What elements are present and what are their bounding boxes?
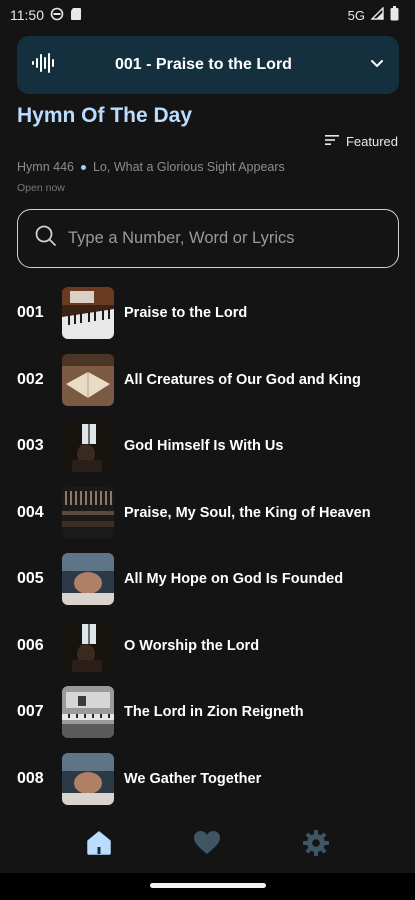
hymn-number: 007 [17, 703, 44, 721]
hymn-thumbnail [62, 353, 114, 406]
hymn-title: We Gather Together [124, 770, 262, 787]
featured-filter-button[interactable]: Featured [324, 133, 398, 150]
hymn-of-the-day-heading: Hymn Of The Day [17, 104, 193, 127]
hymn-number: 005 [17, 570, 44, 588]
signal-icon [370, 6, 384, 23]
bottom-nav [0, 818, 415, 873]
hymn-number: 006 [17, 636, 44, 654]
audio-wave-icon [31, 52, 57, 79]
status-bar: 11:50 5G [0, 0, 415, 30]
chevron-down-icon[interactable] [369, 55, 385, 76]
battery-icon [390, 6, 399, 24]
network-label: 5G [347, 7, 365, 23]
hymn-title: Praise to the Lord [124, 305, 248, 322]
heart-icon [193, 830, 221, 861]
home-indicator[interactable] [150, 883, 266, 888]
hymn-thumbnail [62, 420, 114, 473]
search-box[interactable] [17, 209, 399, 268]
hymn-title: God Himself Is With Us [124, 438, 284, 455]
featured-label: Featured [345, 134, 398, 149]
status-time: 11:50 [10, 7, 44, 23]
hymn-thumbnail [62, 486, 114, 539]
hymn-thumbnail [62, 553, 114, 606]
hymn-number: 004 [17, 503, 44, 521]
now-playing-title: 001 - Praise to the Lord [115, 56, 292, 73]
search-input[interactable] [68, 229, 388, 248]
nav-favorites[interactable] [177, 830, 237, 861]
hymn-row[interactable]: 003 God Himself Is With Us [0, 413, 415, 480]
hymn-thumbnail [62, 287, 114, 340]
sd-card-icon [70, 7, 82, 24]
hymn-title: All Creatures of Our God and King [124, 371, 361, 388]
nav-home[interactable] [69, 829, 129, 862]
hymn-number: 002 [17, 370, 44, 388]
hotd-title: Lo, What a Glorious Sight Appears [92, 160, 285, 174]
hotd-number: Hymn 446 [17, 160, 74, 174]
hymn-title: Praise, My Soul, the King of Heaven [124, 504, 371, 521]
hymn-title: All My Hope on God Is Founded [124, 571, 344, 588]
hymn-thumbnail [62, 752, 114, 805]
hymn-row[interactable]: 004 Praise, My Soul, the King of Heaven [0, 480, 415, 547]
now-playing-bar[interactable]: 001 - Praise to the Lord [17, 36, 399, 94]
search-icon [34, 224, 58, 253]
hymn-of-the-day-link[interactable]: Hymn 446 Lo, What a Glorious Sight Appea… [17, 160, 285, 174]
nav-settings[interactable] [286, 829, 346, 862]
hymn-number: 008 [17, 769, 44, 787]
hymn-number: 003 [17, 437, 44, 455]
hymn-thumbnail [62, 686, 114, 739]
home-icon [85, 829, 113, 862]
hymn-title: O Worship the Lord [124, 637, 260, 654]
sort-lines-icon [324, 133, 340, 150]
hotd-status: Open now [17, 182, 65, 194]
hymn-row[interactable]: 008 We Gather Together [0, 746, 415, 813]
hymn-row[interactable]: 007 The Lord in Zion Reigneth [0, 679, 415, 746]
vpn-icon [50, 7, 64, 24]
hymn-number: 001 [17, 304, 44, 322]
gear-icon [302, 829, 330, 862]
hymn-row[interactable]: 002 All Creatures of Our God and King [0, 347, 415, 414]
hymn-thumbnail [62, 619, 114, 672]
hymn-title: The Lord in Zion Reigneth [124, 704, 304, 721]
hymn-row[interactable]: 006 O Worship the Lord [0, 613, 415, 680]
hymn-list: 001 Praise to the Lord 002 All Creatures… [0, 280, 415, 812]
separator-dot [80, 164, 86, 170]
hymn-row[interactable]: 001 Praise to the Lord [0, 280, 415, 347]
hymn-row[interactable]: 005 All My Hope on God Is Founded [0, 546, 415, 613]
